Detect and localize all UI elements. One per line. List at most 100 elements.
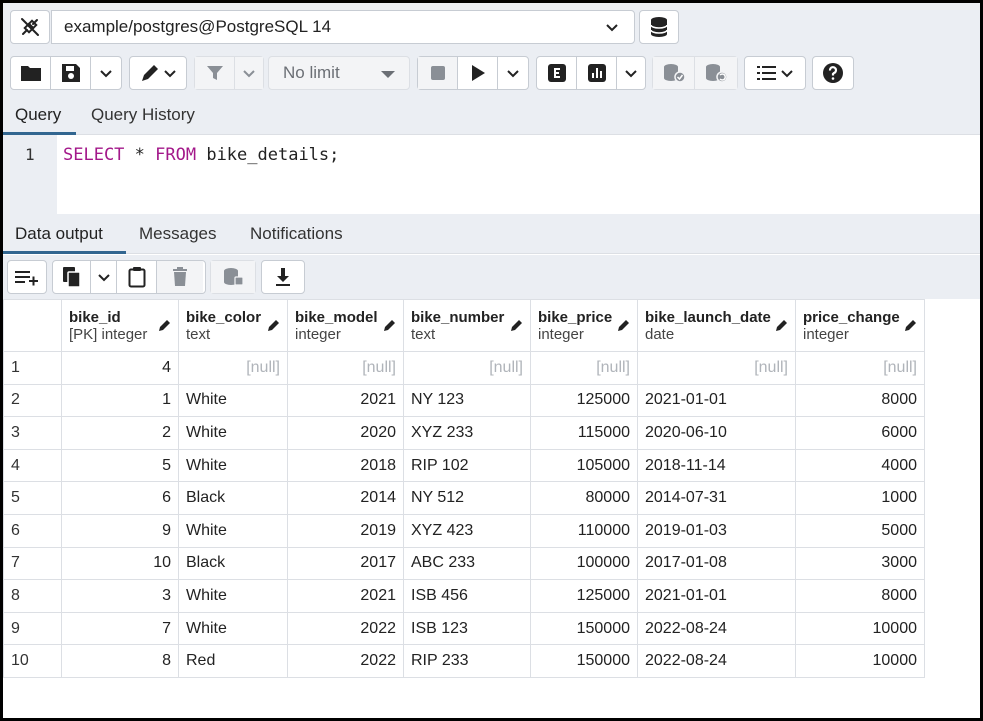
copy-options-dropdown[interactable] [91,261,117,293]
tab-messages[interactable]: Messages [127,214,228,254]
download-button[interactable] [262,261,304,293]
table-cell[interactable]: 80000 [530,481,638,515]
tab-data-output[interactable]: Data output [3,214,126,254]
delete-row-button[interactable] [157,261,203,293]
new-connection-button[interactable] [639,10,679,44]
table-cell[interactable]: RIP 102 [403,448,531,483]
row-number-cell[interactable]: 1 [3,351,62,385]
table-cell[interactable]: 2022-08-24 [637,644,796,678]
table-cell[interactable]: 100000 [530,546,638,581]
table-cell[interactable]: White [178,513,288,548]
table-cell[interactable]: 2014 [287,481,404,515]
table-cell[interactable]: 2021 [287,579,404,613]
save-data-changes-button[interactable] [211,261,255,293]
table-cell[interactable]: 2017-01-08 [637,546,796,581]
row-number-cell[interactable]: 8 [3,579,62,613]
explain-options-dropdown[interactable] [617,57,645,89]
row-number-cell[interactable]: 4 [3,448,62,483]
table-cell[interactable]: 1 [61,383,179,418]
table-cell[interactable]: 105000 [530,448,638,483]
table-cell[interactable]: 10 [61,546,179,581]
tab-query-history[interactable]: Query History [79,95,207,135]
save-file-button[interactable] [51,57,91,89]
table-cell[interactable]: White [178,416,288,450]
table-cell[interactable]: 10000 [795,611,925,646]
table-cell[interactable]: 125000 [530,579,638,613]
help-button[interactable] [813,57,853,89]
table-cell[interactable]: 2018 [287,448,404,483]
table-cell[interactable]: 7 [61,611,179,646]
table-cell[interactable]: 3000 [795,546,925,581]
table-cell[interactable]: 125000 [530,383,638,418]
row-number-cell[interactable]: 6 [3,513,62,548]
table-row[interactable]: 9 7 White 2022 ISB 123 150000 2022-08-24 10000 [3,611,925,646]
table-cell[interactable]: NY 123 [403,383,531,418]
table-cell[interactable]: ISB 456 [403,579,531,613]
table-cell[interactable]: White [178,611,288,646]
filter-options-dropdown[interactable] [235,57,263,89]
row-number-cell[interactable]: 10 [3,644,62,678]
table-cell[interactable]: 3 [61,579,179,613]
table-cell[interactable]: XYZ 233 [403,416,531,450]
table-cell[interactable]: 6 [61,481,179,515]
table-cell[interactable]: 4 [61,351,179,385]
table-cell[interactable]: White [178,579,288,613]
table-cell[interactable]: 2019 [287,513,404,548]
table-cell[interactable]: 8000 [795,383,925,418]
table-row[interactable]: 4 5 White 2018 RIP 102 105000 2018-11-14 4000 [3,448,925,483]
paste-button[interactable] [117,261,157,293]
table-cell[interactable]: Black [178,481,288,515]
connection-select[interactable]: example/postgres@PostgreSQL 14 [51,10,635,44]
sql-code-line[interactable]: SELECT * FROM bike_details; [63,145,339,165]
table-cell[interactable]: 10000 [795,644,925,678]
table-cell[interactable]: 2 [61,416,179,450]
table-cell[interactable]: XYZ 423 [403,513,531,548]
table-cell[interactable]: 2020 [287,416,404,450]
table-cell[interactable]: 2020-06-10 [637,416,796,450]
table-cell[interactable]: RIP 233 [403,644,531,678]
table-row[interactable]: 6 9 White 2019 XYZ 423 110000 2019-01-03 5000 [3,513,925,548]
explain-button[interactable] [537,57,577,89]
table-cell[interactable]: ABC 233 [403,546,531,581]
table-cell[interactable]: 5000 [795,513,925,548]
table-cell[interactable]: 115000 [530,416,638,450]
table-cell[interactable]: 110000 [530,513,638,548]
row-number-cell[interactable]: 3 [3,416,62,450]
table-cell[interactable]: Black [178,546,288,581]
table-cell[interactable]: 2021 [287,383,404,418]
table-cell[interactable]: ISB 123 [403,611,531,646]
explain-analyze-button[interactable] [577,57,617,89]
table-row[interactable]: 2 1 White 2021 NY 123 125000 2021-01-01 8000 [3,383,925,418]
execute-query-button[interactable] [458,57,498,89]
column-header[interactable]: bike_model integer [287,299,404,352]
stop-query-button[interactable] [418,57,458,89]
table-row[interactable]: 7 10 Black 2017 ABC 233 100000 2017-01-08 3000 [3,546,925,581]
tab-query[interactable]: Query [3,95,76,135]
table-cell[interactable]: 1000 [795,481,925,515]
table-cell[interactable]: 2021-01-01 [637,383,796,418]
add-row-button[interactable] [8,261,46,293]
commit-button[interactable] [653,57,695,89]
table-cell[interactable]: [null] [795,351,925,385]
table-row[interactable]: 3 2 White 2020 XYZ 233 115000 2020-06-10 6000 [3,416,925,450]
table-cell[interactable]: 2018-11-14 [637,448,796,483]
table-cell[interactable]: 2019-01-03 [637,513,796,548]
table-cell[interactable]: [null] [178,351,288,385]
row-number-cell[interactable]: 2 [3,383,62,418]
connection-status-button[interactable] [10,10,50,44]
table-cell[interactable]: 2022 [287,644,404,678]
table-cell[interactable]: White [178,383,288,418]
table-cell[interactable]: 2021-01-01 [637,579,796,613]
row-number-cell[interactable]: 7 [3,546,62,581]
execute-options-dropdown[interactable] [498,57,528,89]
rollback-button[interactable] [695,57,737,89]
table-cell[interactable]: [null] [637,351,796,385]
column-header[interactable]: price_change integer [795,299,925,352]
column-header[interactable]: bike_price integer [530,299,638,352]
table-cell[interactable]: 6000 [795,416,925,450]
table-cell[interactable]: 150000 [530,644,638,678]
table-cell[interactable]: 8 [61,644,179,678]
table-row[interactable]: 5 6 Black 2014 NY 512 80000 2014-07-31 1000 [3,481,925,515]
tab-notifications[interactable]: Notifications [238,214,355,254]
table-row[interactable]: 8 3 White 2021 ISB 456 125000 2021-01-01 8000 [3,579,925,613]
